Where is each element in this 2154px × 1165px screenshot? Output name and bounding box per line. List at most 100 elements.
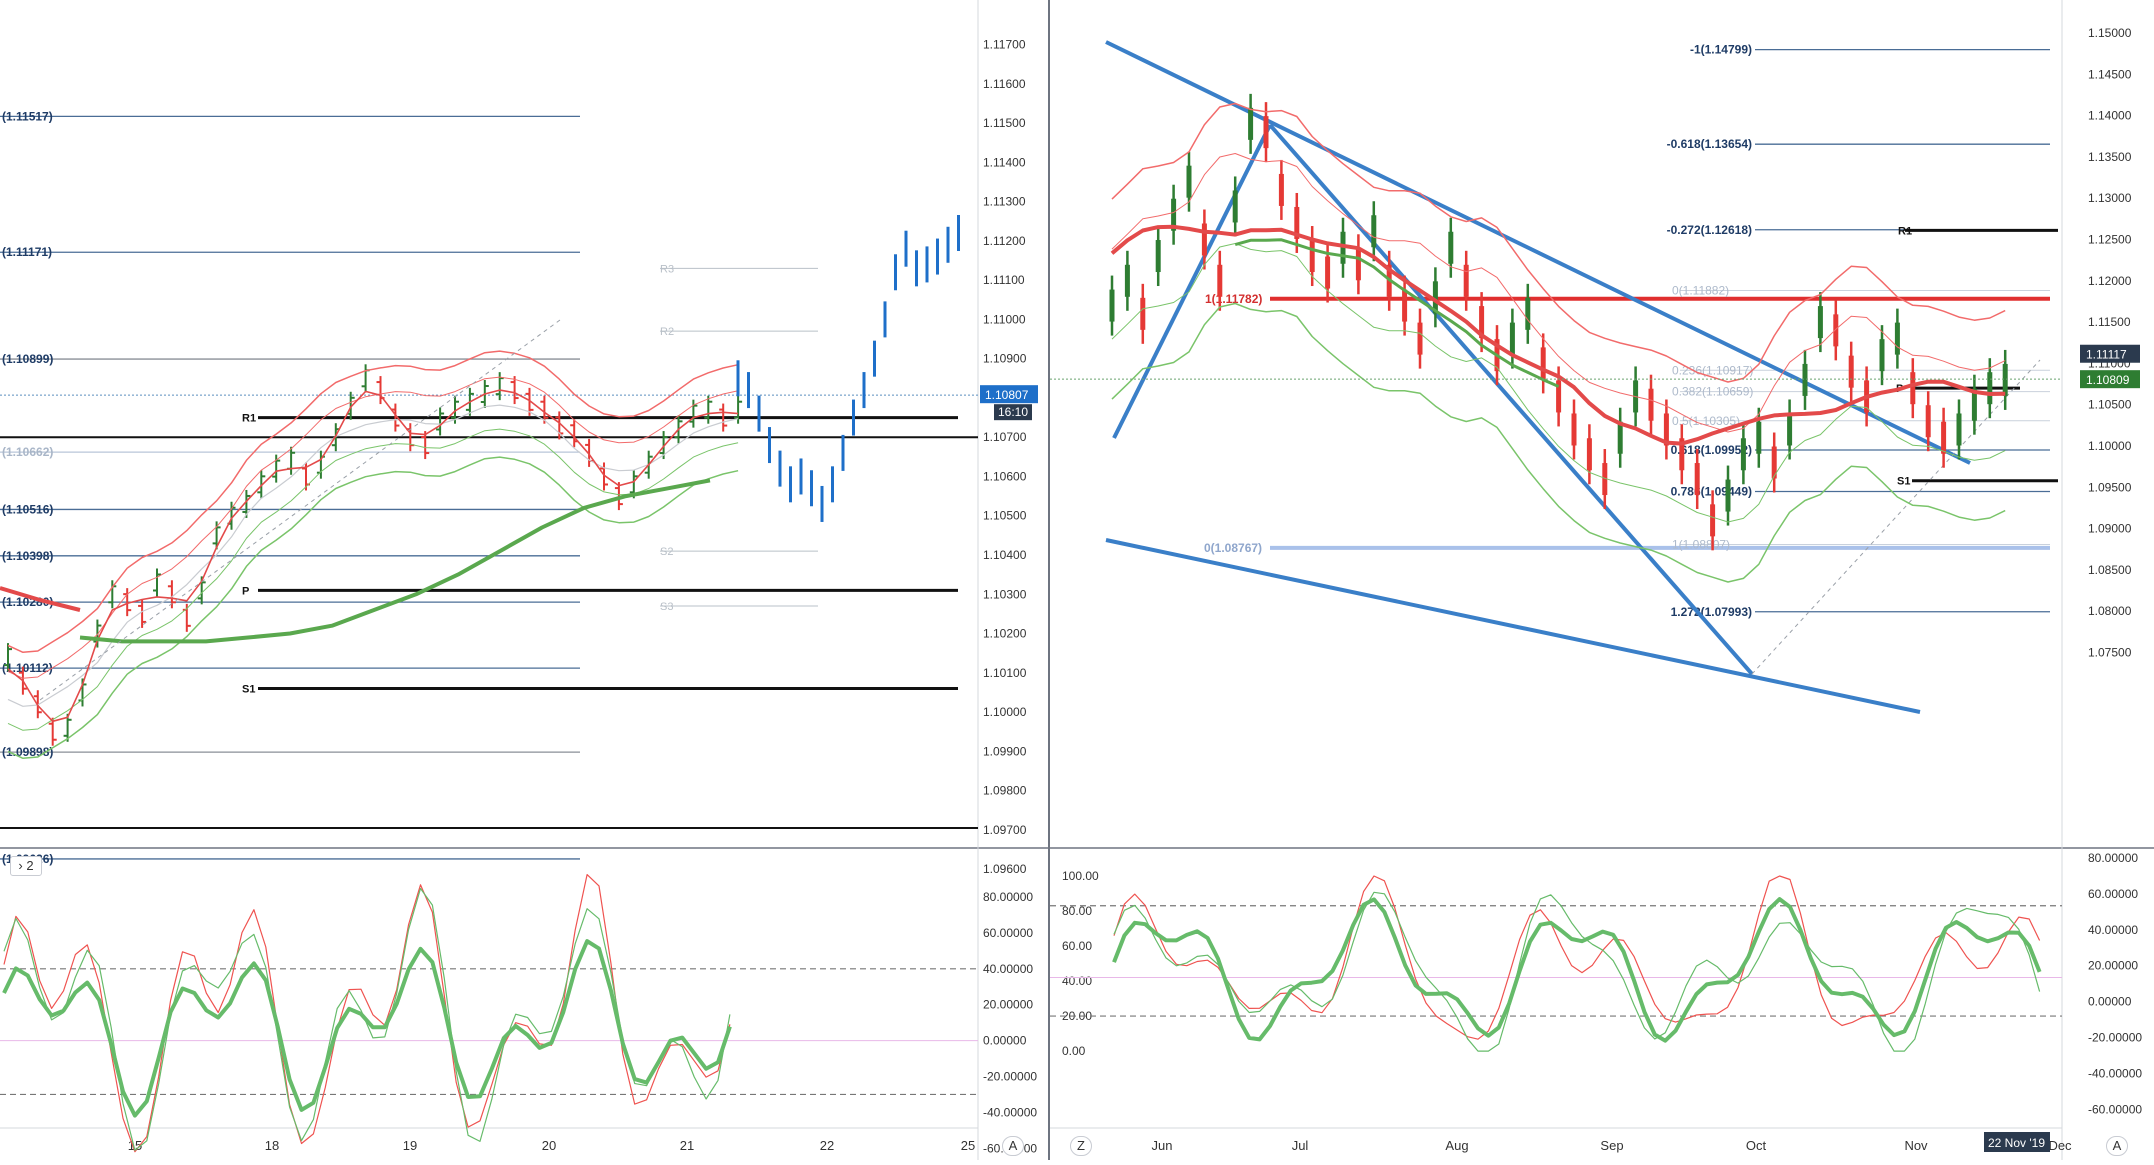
right-price-body xyxy=(1448,231,1454,264)
right-osc-signal-red xyxy=(1113,875,2041,1040)
left-price-tick: 1.10400 xyxy=(983,548,1027,562)
right-osc-tick-right: -60.00000 xyxy=(2088,1102,2142,1116)
left-osc-tick: 0.00000 xyxy=(983,1034,1027,1048)
right-fib-faint-label: 0.382(1.10659) xyxy=(1672,385,1753,399)
chart-canvas[interactable]: 1.11700 1.11600 1.11500 1.11400 1.11300 1.112… xyxy=(0,0,2154,1160)
right-price-body xyxy=(1309,240,1315,273)
right-date-tick: Jul xyxy=(1292,1138,1309,1153)
left-price-tick: 1.11500 xyxy=(983,116,1026,130)
right-price-body xyxy=(1879,339,1885,372)
trading-workspace: 1.11700 1.11600 1.11500 1.11400 1.11300 1.112… xyxy=(0,0,2154,1160)
right-price-body xyxy=(1525,297,1531,330)
right-price-body xyxy=(1725,479,1731,512)
right-price-body xyxy=(1109,289,1115,322)
left-time-badge: 16:10 xyxy=(998,405,1028,419)
right-date-tick: Sep xyxy=(1600,1138,1623,1153)
right-fib-faint-label: 0(1.11882) xyxy=(1672,284,1729,298)
left-pivot-r1-label: R1 xyxy=(242,413,256,425)
right-price-body xyxy=(1355,248,1361,281)
auto-scale-button-left[interactable]: A xyxy=(1002,1136,1024,1156)
left-pivot-faint-label: R3 xyxy=(660,263,674,275)
right-price-tick: 1.14000 xyxy=(2088,109,2132,123)
right-price-body xyxy=(1987,372,1993,405)
right-fib-faint-label: 1(1.08807) xyxy=(1672,538,1730,552)
left-date-tick: 21 xyxy=(680,1138,694,1153)
right-price-body xyxy=(1617,421,1623,454)
right-price-body xyxy=(1894,322,1900,355)
left-price-tick: 1.10700 xyxy=(983,430,1027,444)
right-date-tick: Jun xyxy=(1152,1138,1173,1153)
right-chart-panel[interactable]: 1.15000 1.14500 1.14000 1.13500 1.13000 1.125… xyxy=(1050,0,2154,1160)
right-dashed-trend xyxy=(1751,359,2041,675)
right-price-body xyxy=(1941,421,1947,454)
left-osc-tick: 40.00000 xyxy=(983,962,1033,976)
right-osc-tick-left: 0.00 xyxy=(1062,1044,1086,1058)
right-price-body xyxy=(1371,215,1377,248)
left-price-tick: 1.11200 xyxy=(983,234,1026,248)
right-osc-main xyxy=(1112,897,2042,1043)
right-fib-label: -0.272(1.12618) xyxy=(1667,223,1752,237)
left-price-tick: 1.11300 xyxy=(983,195,1026,209)
right-price-tick: 1.10000 xyxy=(2088,439,2132,453)
right-trendline-upper xyxy=(1105,40,1971,465)
right-price-tick: 1.14500 xyxy=(2088,67,2132,81)
right-price-badge-1: 1.11117 xyxy=(2086,348,2127,362)
right-price-body xyxy=(1910,372,1916,405)
right-price-body xyxy=(1571,413,1577,446)
left-price-tick: 1.11100 xyxy=(983,273,1025,287)
right-osc-tick-right: 40.00000 xyxy=(2088,923,2138,937)
right-price-body xyxy=(1402,289,1408,322)
zoom-button-right[interactable]: Z xyxy=(1070,1136,1092,1156)
left-pivot-faint-label: S2 xyxy=(660,546,673,558)
left-fib-level-label: (1.10662) xyxy=(2,445,53,459)
left-price-tick: 1.09600 xyxy=(983,862,1027,876)
left-date-tick: 20 xyxy=(542,1138,556,1153)
right-osc-tick-right: -20.00000 xyxy=(2088,1031,2142,1045)
right-osc-tick-right: -40.00000 xyxy=(2088,1066,2142,1080)
right-green-ma-thick xyxy=(1234,238,1560,388)
right-price-body xyxy=(1694,463,1700,496)
right-price-tick: 1.15000 xyxy=(2088,26,2132,40)
right-price-body xyxy=(1248,107,1254,140)
left-price-tick: 1.11600 xyxy=(983,77,1026,91)
right-fib-label: 0.786(1.09449) xyxy=(1671,485,1752,499)
right-price-tick: 1.13500 xyxy=(2088,150,2132,164)
left-osc-tick: -20.00000 xyxy=(983,1070,1037,1084)
left-fib-level-label: (1.10516) xyxy=(2,502,53,516)
right-price-body xyxy=(1463,264,1469,297)
auto-scale-button-right[interactable]: A xyxy=(2106,1136,2128,1156)
left-price-badge: 1.10807 xyxy=(985,388,1029,402)
left-date-tick: 22 xyxy=(820,1138,834,1153)
left-price-tick: 1.10300 xyxy=(983,587,1027,601)
left-osc-tick: 60.00000 xyxy=(983,926,1033,940)
left-chart-panel[interactable]: 1.11700 1.11600 1.11500 1.11400 1.11300 1.112… xyxy=(0,0,1049,1160)
left-price-tick: 1.11700 xyxy=(983,38,1026,52)
right-price-tick: 1.09500 xyxy=(2088,480,2132,494)
right-date-badge: 22 Nov '19 xyxy=(1988,1136,2045,1150)
interval-collapse-button[interactable]: › 2 xyxy=(10,856,42,876)
right-osc-tick-right: 60.00000 xyxy=(2088,887,2138,901)
right-price-tick: 1.09000 xyxy=(2088,522,2132,536)
left-price-tick: 1.09900 xyxy=(983,744,1027,758)
left-pivot-faint-label: S3 xyxy=(660,601,673,613)
right-price-body xyxy=(1787,413,1793,446)
left-osc-tick: 20.00000 xyxy=(983,998,1033,1012)
right-price-body xyxy=(1186,165,1192,198)
right-price-body xyxy=(1802,363,1808,396)
left-pivot-p-label: P xyxy=(242,585,249,597)
right-price-body xyxy=(1325,256,1331,289)
right-osc-tick-right: 80.00000 xyxy=(2088,851,2138,865)
right-osc-tick-right: 0.00000 xyxy=(2088,995,2132,1009)
left-date-tick: 18 xyxy=(265,1138,279,1153)
left-fib-level-label: (1.11171) xyxy=(2,245,52,259)
right-price-body xyxy=(1124,264,1130,297)
right-osc-tick-left: 80.00 xyxy=(1062,904,1092,918)
right-price-tick: 1.12000 xyxy=(2088,274,2132,288)
left-price-tick: 1.10500 xyxy=(983,509,1027,523)
left-osc-main xyxy=(2,939,732,1118)
left-price-tick: 1.10200 xyxy=(983,627,1027,641)
left-price-tick: 1.09800 xyxy=(983,784,1027,798)
right-price-tick: 1.12500 xyxy=(2088,233,2132,247)
right-price-body xyxy=(1540,347,1546,380)
right-osc-tick-left: 40.00 xyxy=(1062,974,1092,988)
